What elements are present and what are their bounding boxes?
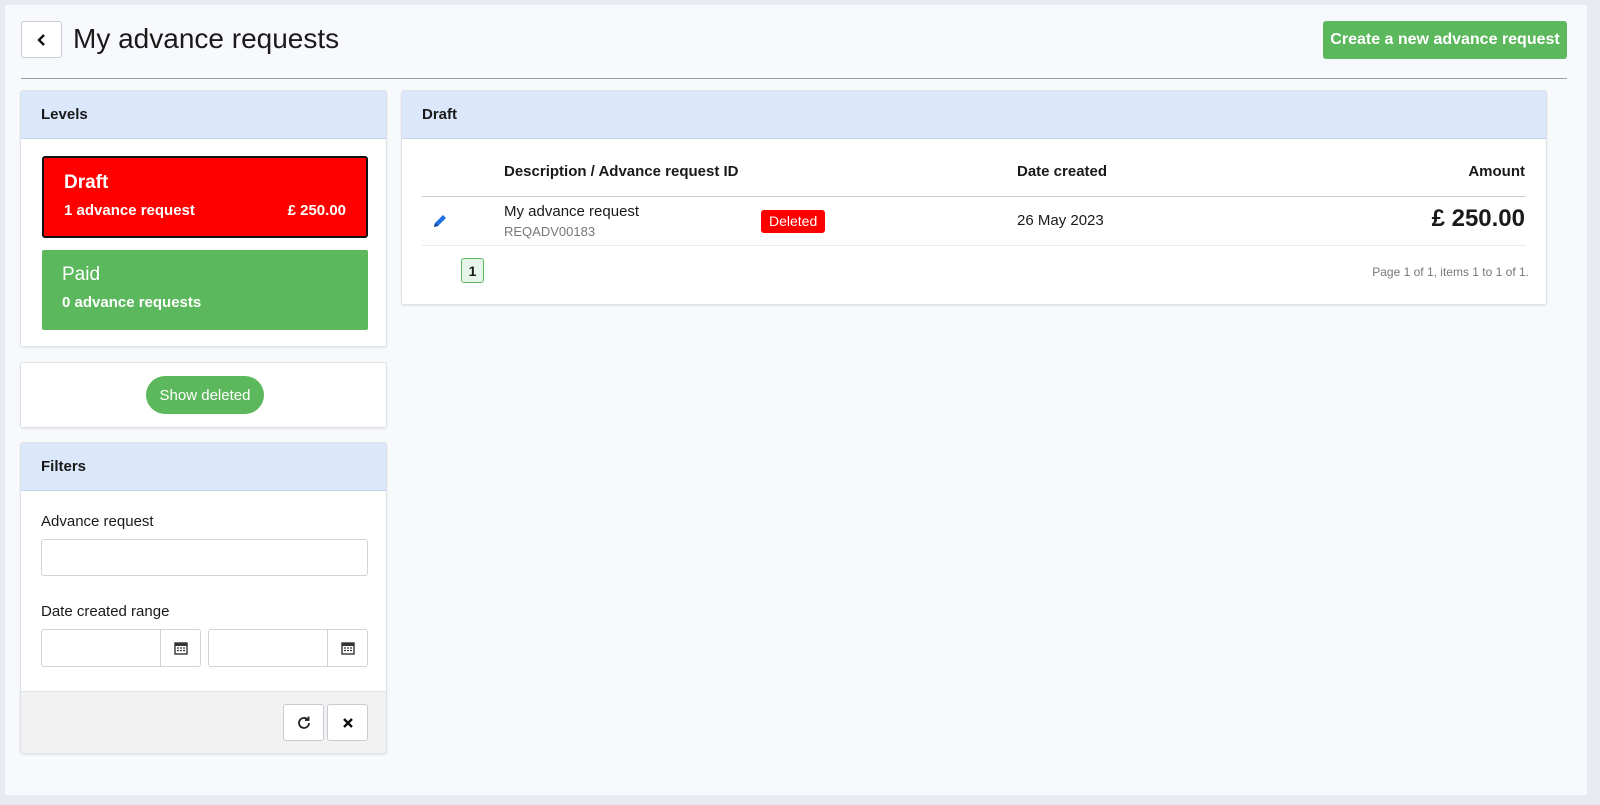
- column-description: Description / Advance request ID: [504, 163, 739, 180]
- filters-header: Filters: [21, 443, 386, 491]
- clear-filters-button[interactable]: [327, 704, 368, 741]
- date-from-input[interactable]: [42, 630, 160, 666]
- calendar-icon: [340, 642, 355, 655]
- level-name: Draft: [64, 172, 109, 193]
- page-title: My advance requests: [73, 23, 340, 54]
- level-name: Paid: [62, 264, 101, 285]
- date-to-calendar-button[interactable]: [327, 630, 367, 666]
- row-request-id: REQADV00183: [504, 224, 596, 239]
- level-amount: £ 250.00: [287, 202, 346, 219]
- levels-header: Levels: [21, 91, 386, 139]
- show-deleted-card: Show deleted: [20, 362, 387, 428]
- pagination-info: Page 1 of 1, items 1 to 1 of 1.: [1372, 265, 1529, 279]
- date-from-group: [41, 629, 201, 667]
- create-advance-request-button[interactable]: Create a new advance request: [1323, 21, 1567, 59]
- pencil-icon[interactable]: [432, 213, 448, 229]
- levels-card: Levels Draft 1 advance request £ 250.00 …: [20, 90, 387, 347]
- advance-request-input[interactable]: [41, 539, 368, 576]
- draft-table-header: Draft: [402, 91, 1546, 139]
- back-button[interactable]: [21, 21, 62, 58]
- row-divider: [422, 245, 1526, 246]
- show-deleted-button[interactable]: Show deleted: [146, 376, 264, 414]
- status-badge: Deleted: [761, 210, 826, 233]
- row-date-created: 26 May 2023: [1017, 212, 1104, 229]
- row-amount: £ 250.00: [1431, 205, 1525, 232]
- date-to-input[interactable]: [209, 630, 327, 666]
- chevron-left-icon: [36, 33, 45, 46]
- level-draft[interactable]: Draft 1 advance request £ 250.00: [42, 156, 368, 238]
- refresh-icon: [297, 716, 310, 729]
- date-to-group: [208, 629, 368, 667]
- draft-table-card: Draft Description / Advance request ID D…: [401, 90, 1547, 305]
- advance-request-label: Advance request: [41, 513, 154, 530]
- level-count: 0 advance requests: [62, 294, 202, 311]
- column-amount: Amount: [1468, 163, 1525, 180]
- header-divider: [422, 196, 1526, 197]
- calendar-icon: [173, 642, 188, 655]
- close-icon: [342, 717, 353, 728]
- refresh-filters-button[interactable]: [283, 704, 324, 741]
- page: My advance requests Create a new advance…: [5, 5, 1587, 795]
- column-date-created: Date created: [1017, 163, 1108, 180]
- date-from-calendar-button[interactable]: [160, 630, 200, 666]
- level-paid[interactable]: Paid 0 advance requests: [42, 250, 368, 330]
- filters-card: Filters Advance request Date created ran…: [20, 442, 387, 754]
- page-header: My advance requests Create a new advance…: [21, 21, 1567, 79]
- filters-footer: [21, 691, 386, 753]
- row-description: My advance request: [504, 203, 640, 220]
- date-range-label: Date created range: [41, 603, 170, 620]
- pagination-page-1[interactable]: 1: [461, 258, 484, 283]
- level-count: 1 advance request: [64, 202, 195, 219]
